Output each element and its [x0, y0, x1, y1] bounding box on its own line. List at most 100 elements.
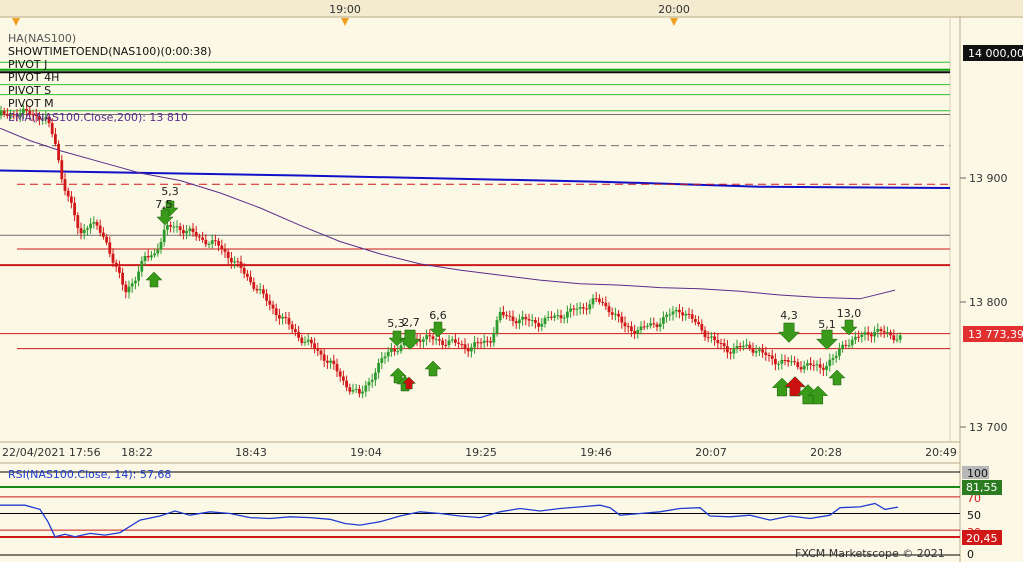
candle-bull — [873, 331, 876, 337]
indicator-label[interactable]: HA(NAS100) — [8, 32, 76, 45]
candle-bull — [162, 229, 166, 242]
candle-bear — [678, 309, 681, 313]
candle-bear — [652, 323, 656, 325]
candle-bull — [498, 312, 502, 321]
candle-bull — [566, 311, 569, 318]
indicator-label[interactable]: PIVOT M — [8, 97, 54, 110]
candle-bull — [370, 379, 374, 382]
candle-bear — [870, 334, 873, 337]
top-price-badge-label: 14 000,00 — [968, 47, 1023, 60]
candle-bear — [255, 288, 259, 291]
candle-bear — [607, 306, 611, 313]
candle-bull — [518, 319, 521, 324]
candle-bull — [207, 244, 211, 246]
candle-bull — [847, 345, 851, 347]
indicator-label[interactable]: PIVOT S — [8, 84, 51, 97]
candle-bull — [450, 339, 454, 341]
candle-bull — [492, 333, 496, 343]
signal-label: 6,6 — [429, 309, 447, 322]
candle-bear — [332, 360, 336, 364]
candle-bull — [86, 228, 89, 230]
candle-bull — [134, 280, 137, 284]
candle-bear — [479, 342, 483, 344]
candle-bear — [738, 346, 742, 348]
time-axis-label: 20:07 — [695, 446, 727, 459]
candle-bear — [719, 343, 723, 344]
candle-bear — [866, 332, 870, 335]
candle-bull — [399, 345, 403, 352]
candle-bear — [687, 313, 691, 315]
price-chart[interactable]: 19:00 20:00 5,3 7,5 5,3 2,7 6,6 4,3 5,1 … — [0, 0, 1023, 562]
candle-bear — [438, 339, 441, 341]
candle-bull — [850, 339, 854, 346]
price-tick-label: 13 700 — [969, 421, 1008, 434]
indicator-label[interactable]: PIVOT 4H — [8, 71, 59, 84]
candle-bear — [230, 258, 233, 263]
candle-bear — [114, 262, 118, 267]
candle-bear — [716, 340, 720, 343]
candle-bear — [604, 302, 608, 307]
candle-bull — [802, 365, 806, 370]
candle-bull — [662, 317, 665, 324]
candle-bear — [268, 300, 272, 305]
candle-bear — [297, 331, 300, 338]
candle-bear — [300, 337, 304, 343]
candle-bear — [812, 365, 816, 366]
candle-bear — [460, 344, 464, 345]
candle-bear — [601, 302, 604, 303]
signal-label: 7,5 — [155, 198, 173, 211]
candle-bear — [751, 348, 755, 353]
candle-bear — [594, 298, 598, 300]
candle-bear — [783, 360, 787, 361]
candle-bull — [153, 253, 156, 256]
time-axis[interactable]: 22/04/2021 17:56 18:22 18:43 19:04 19:25… — [2, 446, 957, 459]
indicator-label[interactable]: PIVOT J — [8, 58, 47, 71]
candle-bull — [354, 388, 358, 390]
candle-bull — [860, 334, 864, 337]
time-axis-label: 20:28 — [810, 446, 842, 459]
candle-bull — [92, 222, 96, 224]
ema-label[interactable]: EMA(NAS100.Close,200): 13 810 — [8, 111, 188, 124]
candle-bull — [482, 340, 486, 343]
candle-bear — [550, 316, 553, 318]
candle-bear — [463, 344, 467, 349]
candle-bear — [278, 315, 281, 319]
candle-bear — [534, 320, 537, 323]
candle-bull — [825, 365, 828, 370]
candle-bear — [617, 313, 620, 317]
candle-bull — [143, 256, 147, 261]
candle-bear — [524, 316, 528, 320]
candle-bull — [233, 261, 236, 263]
candle-bear — [502, 312, 505, 316]
candle-bull — [556, 315, 560, 317]
candle-bull — [82, 229, 86, 234]
candle-bear — [767, 355, 771, 356]
candle-bear — [124, 284, 128, 293]
candle-bull — [470, 347, 473, 352]
time-axis-label: 22/04/2021 17:56 — [2, 446, 101, 459]
candle-bear — [73, 202, 76, 216]
candle-bear — [201, 237, 204, 240]
candle-bull — [562, 317, 566, 319]
candle-bear — [764, 352, 768, 355]
candle-bull — [367, 381, 371, 386]
candle-bear — [527, 319, 531, 321]
candle-bull — [530, 320, 534, 321]
candle-bear — [265, 293, 268, 301]
candle-bear — [633, 331, 636, 334]
rsi-label[interactable]: RSI(NAS100.Close, 14): 57,68 — [8, 468, 171, 481]
candle-bull — [735, 346, 739, 349]
candle-bull — [166, 225, 169, 230]
candle-bear — [204, 239, 208, 245]
indicator-label[interactable]: SHOWTIMETOEND(NAS100)(0:00:38) — [8, 45, 212, 58]
candle-bear — [706, 337, 710, 339]
candle-bear — [220, 245, 224, 249]
candle-bear — [66, 190, 70, 197]
candle-bear — [729, 352, 732, 354]
candle-bull — [434, 339, 438, 341]
candle-bull — [425, 335, 428, 340]
candle-bull — [569, 308, 572, 312]
candle-bear — [857, 336, 860, 338]
candle-bull — [684, 313, 688, 316]
candle-bull — [895, 339, 899, 341]
